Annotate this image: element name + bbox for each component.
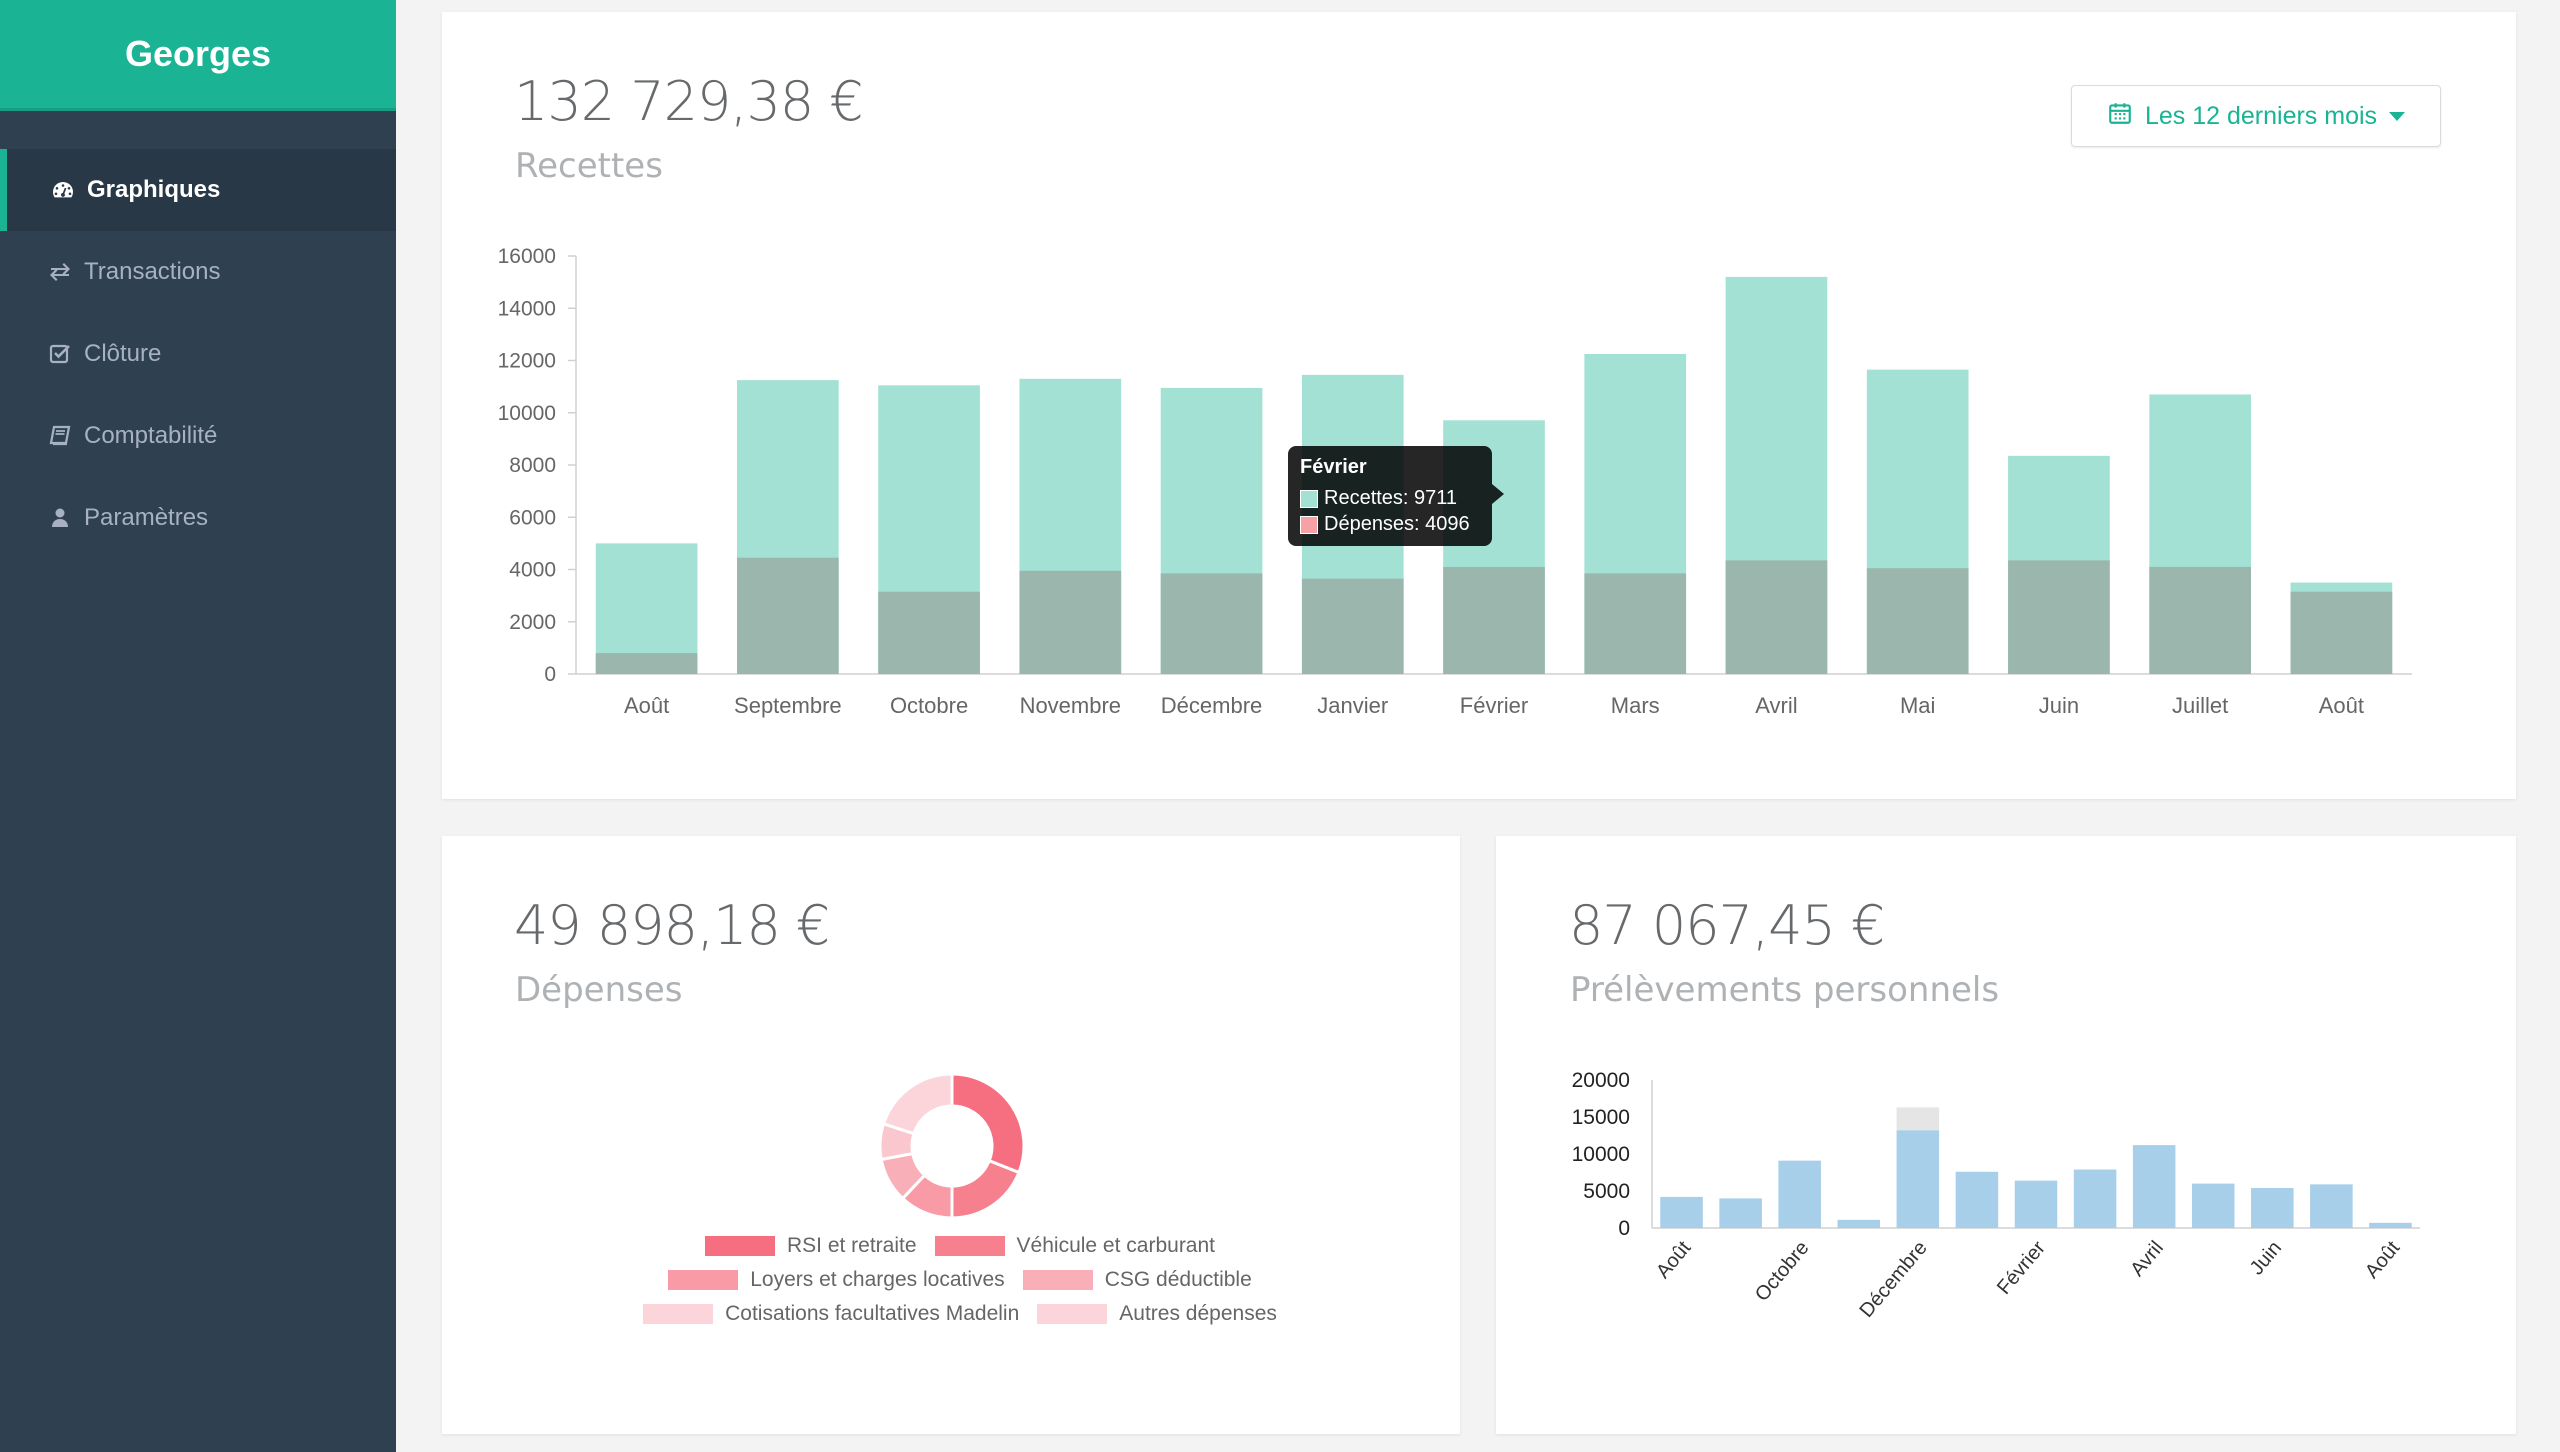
- bar-withdrawal: [1837, 1219, 1881, 1228]
- bar-withdrawal: [2132, 1145, 2176, 1228]
- bar-withdrawal: [2369, 1222, 2412, 1228]
- bar-withdrawal: [2310, 1184, 2353, 1228]
- x-tick-label: Décembre: [1856, 1237, 1932, 1322]
- bar-withdrawal: [2073, 1169, 2117, 1228]
- bar-withdrawal: [1778, 1160, 1821, 1228]
- y-tick-label: 5000: [1583, 1180, 1630, 1203]
- bar-withdrawal: [2191, 1183, 2235, 1228]
- x-tick-label: Juin: [2246, 1237, 2286, 1279]
- x-tick-label: Août: [2361, 1237, 2405, 1283]
- withdrawals-bar-chart: 0 5000 10000 15000 20000 Août Octobre Décembre F…: [1572, 1069, 2420, 1322]
- x-tick-label: Avril: [2126, 1237, 2168, 1281]
- bar-withdrawal: [1660, 1196, 1703, 1228]
- x-tick-label: Août: [1652, 1237, 1696, 1283]
- y-tick-label: 10000: [1572, 1143, 1630, 1166]
- x-tick-label: Octobre: [1751, 1237, 1814, 1306]
- bar-withdrawal: [1719, 1198, 1762, 1228]
- bar-withdrawal: [1955, 1171, 1999, 1228]
- bar-withdrawal: [2014, 1180, 2058, 1228]
- y-tick-label: 0: [1618, 1217, 1630, 1240]
- bar-overflow: [1896, 1107, 1940, 1131]
- y-tick-label: 20000: [1572, 1069, 1630, 1092]
- y-tick-label: 15000: [1572, 1106, 1630, 1129]
- bar-withdrawal: [1896, 1130, 1940, 1228]
- x-tick-label: Février: [1993, 1237, 2050, 1299]
- bar-withdrawal: [2251, 1188, 2294, 1228]
